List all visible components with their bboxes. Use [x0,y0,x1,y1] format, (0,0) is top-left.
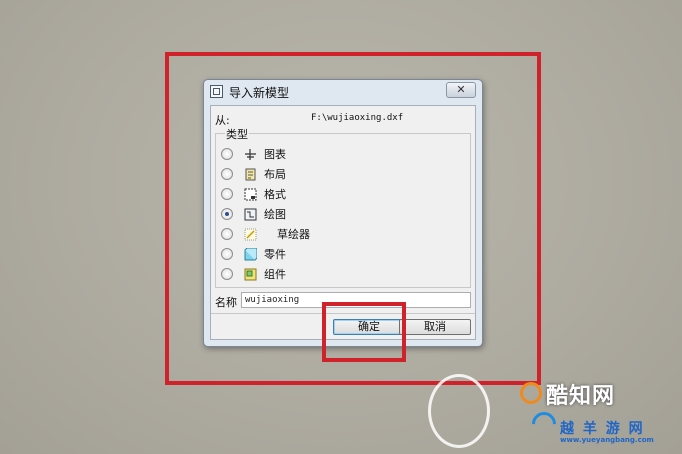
type-group-title: 类型 [225,126,249,142]
radio-button[interactable] [221,188,233,200]
watermark-url: www.yueyangbang.com [560,436,654,444]
type-option-format[interactable]: 格式 [221,186,421,202]
type-label: 格式 [264,188,286,201]
type-label: 零件 [264,248,286,261]
dialog-title: 导入新模型 [229,86,290,100]
type-option-part[interactable]: 零件 [221,246,421,262]
diagram-icon [244,146,257,160]
window-icon [210,85,223,98]
highlight-box-ok [322,302,406,362]
from-path: F:\wujiaoxing.dxf [311,113,404,123]
format-icon [244,186,257,201]
type-label: 布局 [264,168,286,181]
name-label: 名称 [215,296,237,309]
watermark-wifi-icon [527,407,561,441]
dialog-titlebar[interactable]: 导入新模型 ✕ [204,80,482,104]
drawing-icon [244,206,257,221]
layout-icon [244,166,257,181]
type-option-drawing[interactable]: 绘图 [221,206,421,222]
type-label: 绘图 [264,208,286,221]
type-label: 草绘器 [277,228,310,241]
radio-button[interactable] [221,228,233,240]
watermark: 酷知网 越 羊 游 网 www.yueyangbang.com [428,368,680,452]
watermark-orange-ring-icon [520,382,542,404]
type-option-diagram[interactable]: 图表 [221,146,421,162]
radio-button[interactable] [221,248,233,260]
watermark-sub: 越 羊 游 网 [560,421,645,437]
part-icon [244,246,258,261]
close-button[interactable]: ✕ [446,82,476,98]
type-label: 组件 [264,268,286,281]
type-option-sketcher[interactable]: 草绘器 [221,226,421,242]
radio-button-selected[interactable] [221,208,233,220]
assembly-icon [244,266,257,281]
type-option-assembly[interactable]: 组件 [221,266,421,282]
cancel-button[interactable]: 取消 [399,319,471,335]
type-label: 图表 [264,148,286,161]
type-option-layout[interactable]: 布局 [221,166,421,182]
watermark-brand: 酷知网 [546,384,616,409]
radio-button[interactable] [221,268,233,280]
sketcher-icon [244,226,257,241]
radio-button[interactable] [221,148,233,160]
watermark-leaf-logo-icon [428,374,490,448]
radio-button[interactable] [221,168,233,180]
